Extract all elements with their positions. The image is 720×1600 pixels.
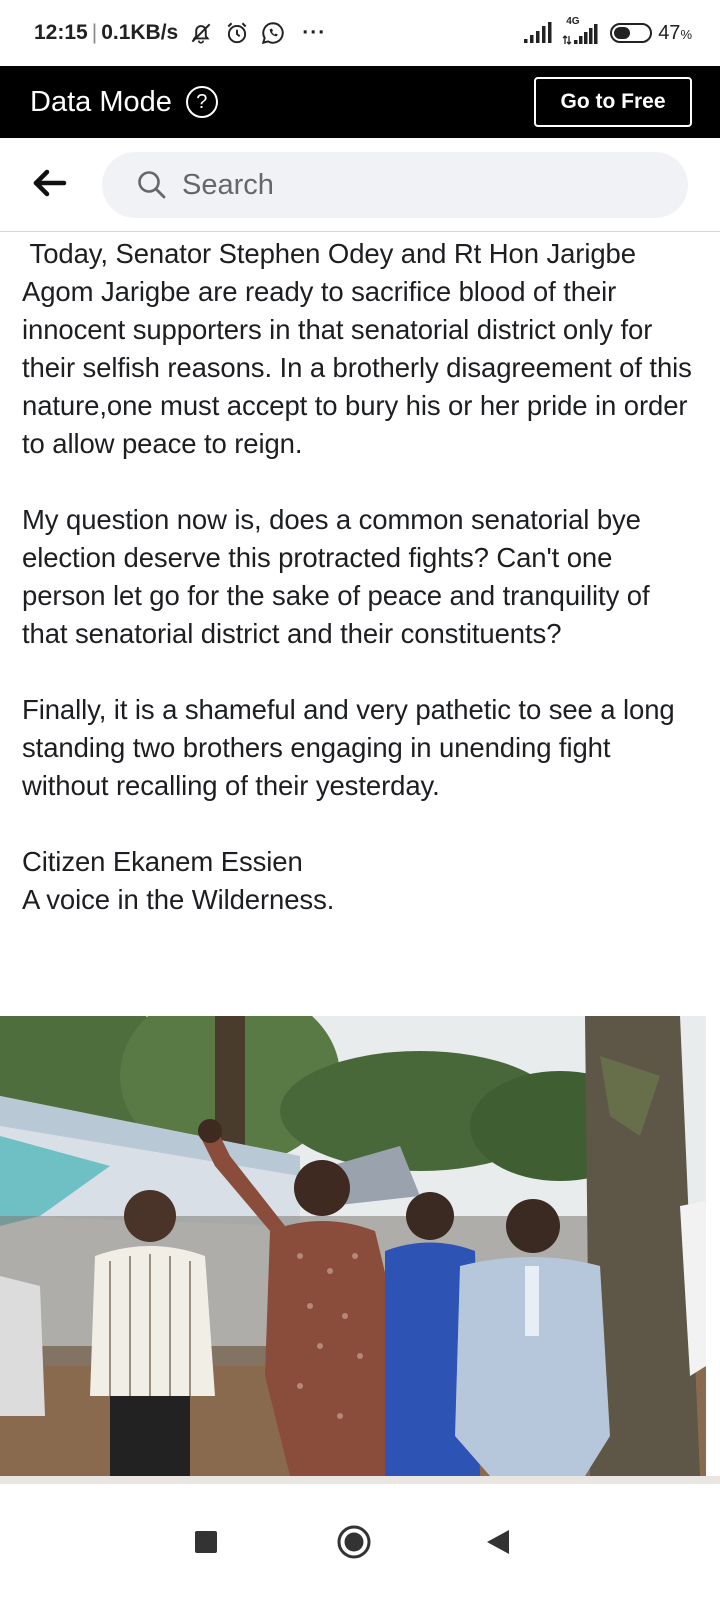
battery-percent: 47 bbox=[658, 21, 681, 44]
home-button[interactable] bbox=[334, 1522, 374, 1562]
help-icon[interactable]: ? bbox=[185, 86, 218, 118]
back-nav-button[interactable] bbox=[478, 1522, 518, 1562]
post-signature-name: Citizen Ekanem Essien bbox=[22, 846, 303, 877]
status-right: 4G 47% bbox=[522, 16, 692, 46]
post-photo[interactable] bbox=[0, 1016, 706, 1476]
home-circle-icon bbox=[337, 1525, 371, 1559]
post-paragraph: Today, Senator Stephen Odey and Rt Hon J… bbox=[22, 238, 700, 459]
alarm-icon bbox=[227, 22, 247, 44]
post-body: Today, Senator Stephen Odey and Rt Hon J… bbox=[22, 235, 698, 919]
status-time: 12:15 bbox=[34, 21, 88, 44]
go-to-free-button[interactable]: Go to Free bbox=[534, 77, 692, 127]
status-overflow: ··· bbox=[302, 21, 327, 44]
battery-fill bbox=[614, 27, 631, 39]
battery-percent-group: 47% bbox=[658, 22, 692, 45]
signal-4g-icon: 4G bbox=[562, 16, 600, 46]
status-left: 12:15 | 0.1KB/s ··· bbox=[34, 20, 326, 46]
signal-icon bbox=[524, 22, 552, 43]
photo-divider bbox=[0, 1476, 720, 1484]
post-paragraph: Finally, it is a shameful and very pathe… bbox=[22, 694, 675, 801]
recents-square-icon bbox=[195, 1531, 217, 1553]
data-mode-label: Data Mode bbox=[30, 85, 172, 118]
post-paragraph: My question now is, does a common senato… bbox=[22, 504, 650, 649]
back-triangle-icon bbox=[487, 1530, 509, 1554]
status-separator: | bbox=[91, 21, 98, 44]
back-arrow-icon bbox=[33, 169, 67, 197]
data-mode-info: Data Mode ? bbox=[30, 86, 218, 119]
back-button[interactable] bbox=[30, 163, 70, 203]
battery-indicator: 47% bbox=[610, 22, 692, 45]
photo-illustration bbox=[0, 1016, 706, 1476]
search-input[interactable]: Search bbox=[102, 152, 688, 218]
whatsapp-icon bbox=[262, 22, 284, 45]
search-placeholder: Search bbox=[182, 168, 274, 201]
muted-bell-icon bbox=[191, 23, 211, 44]
system-nav-bar bbox=[0, 1484, 720, 1600]
search-header: Search bbox=[0, 138, 720, 232]
battery-icon bbox=[610, 23, 653, 43]
search-icon bbox=[138, 171, 166, 199]
network-speed: 0.1KB/s bbox=[101, 21, 179, 44]
recents-button[interactable] bbox=[186, 1522, 226, 1562]
data-mode-bar: Data Mode ? Go to Free bbox=[0, 66, 720, 138]
status-bar: 12:15 | 0.1KB/s ··· 4G 47% bbox=[0, 0, 720, 66]
battery-unit: % bbox=[680, 26, 692, 42]
post-signature-tagline: A voice in the Wilderness. bbox=[22, 884, 335, 915]
